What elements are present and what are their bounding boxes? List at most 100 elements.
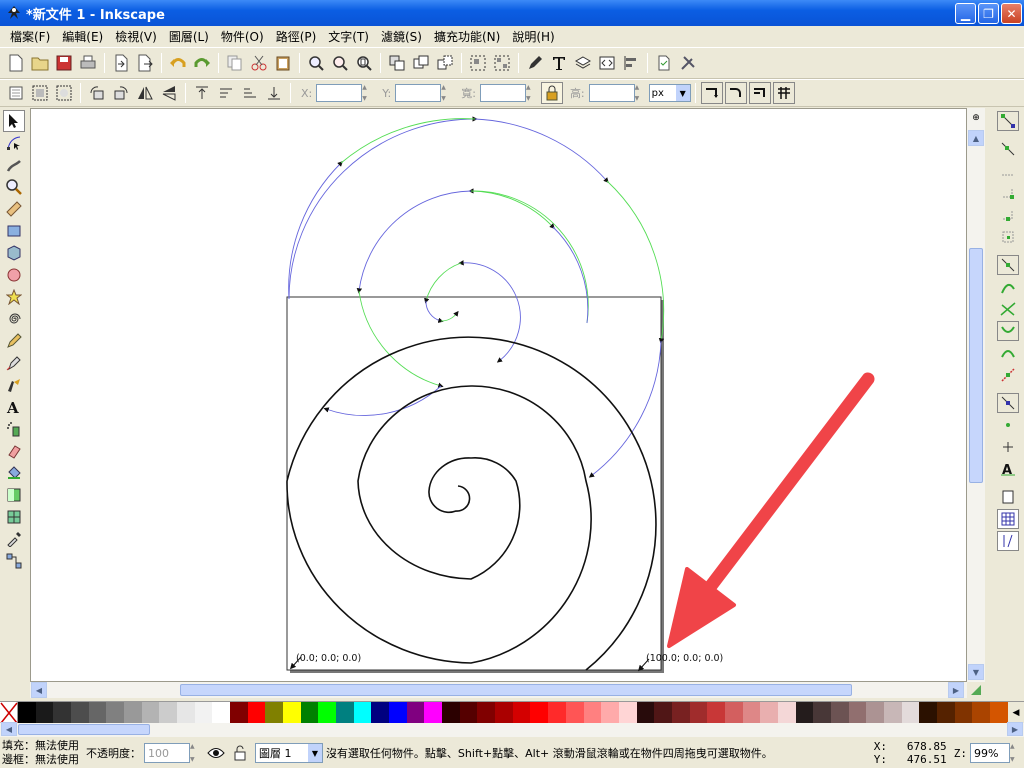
cut-button[interactable]: [248, 52, 270, 74]
menu-file[interactable]: 檔案(F): [4, 28, 56, 45]
menu-extensions[interactable]: 擴充功能(N): [428, 28, 506, 45]
color-swatch[interactable]: [724, 702, 743, 723]
import-button[interactable]: [110, 52, 132, 74]
scroll-right-button[interactable]: ▶: [948, 682, 964, 698]
snap-grid-button[interactable]: [996, 509, 1019, 529]
color-swatch[interactable]: [830, 702, 849, 723]
palette-menu-button[interactable]: ◀: [1008, 702, 1024, 723]
snap-bbox-button[interactable]: [997, 139, 1019, 159]
fill-stroke-button[interactable]: [524, 52, 546, 74]
color-swatch[interactable]: [742, 702, 761, 723]
raise-button[interactable]: [215, 82, 237, 104]
mesh-tool[interactable]: [3, 506, 25, 528]
text-tool[interactable]: A: [3, 396, 25, 418]
palette-scroll-right[interactable]: ▶: [1007, 722, 1023, 736]
menu-view[interactable]: 檢視(V): [109, 28, 163, 45]
color-swatch[interactable]: [512, 702, 531, 723]
raise-to-top-button[interactable]: [191, 82, 213, 104]
color-swatch[interactable]: [194, 702, 213, 723]
print-button[interactable]: [77, 52, 99, 74]
color-swatch[interactable]: [654, 702, 672, 723]
color-swatch[interactable]: [530, 702, 549, 723]
star-tool[interactable]: [3, 286, 25, 308]
layer-visibility-toggle[interactable]: [205, 742, 227, 764]
color-swatch[interactable]: [88, 702, 107, 723]
color-swatch[interactable]: [459, 702, 478, 723]
layer-lock-toggle[interactable]: [229, 742, 251, 764]
flip-horizontal-button[interactable]: [134, 82, 156, 104]
color-swatch[interactable]: [283, 702, 301, 723]
undo-button[interactable]: [167, 52, 189, 74]
menu-path[interactable]: 路徑(P): [270, 28, 323, 45]
group-button[interactable]: [467, 52, 489, 74]
redo-button[interactable]: [191, 52, 213, 74]
scroll-down-button[interactable]: ▼: [968, 664, 984, 680]
dropper-tool[interactable]: [3, 528, 25, 550]
color-swatch[interactable]: [371, 702, 390, 723]
snap-page-border-button[interactable]: [997, 487, 1019, 507]
scale-corners-button[interactable]: [724, 82, 747, 104]
horizontal-scrollbar[interactable]: ◀ ▶: [30, 682, 967, 698]
measure-tool[interactable]: [3, 198, 25, 220]
color-swatch[interactable]: [583, 702, 602, 723]
unit-select[interactable]: px ▼: [648, 84, 691, 102]
eraser-tool[interactable]: [3, 440, 25, 462]
menu-object[interactable]: 物件(O): [215, 28, 270, 45]
tweak-tool[interactable]: [3, 154, 25, 176]
ellipse-tool[interactable]: [3, 264, 25, 286]
snap-rotation-center-button[interactable]: [997, 437, 1019, 457]
zoom-input[interactable]: 99%: [970, 743, 1011, 763]
ungroup-button[interactable]: [491, 52, 513, 74]
pencil-tool[interactable]: [3, 330, 25, 352]
lock-proportion-button[interactable]: [540, 82, 563, 104]
color-swatch[interactable]: [618, 702, 637, 723]
color-swatch[interactable]: [901, 702, 920, 723]
zoom-fit-icon[interactable]: ⊕: [968, 110, 984, 126]
color-swatch[interactable]: [707, 702, 725, 723]
menu-layer[interactable]: 圖層(L): [163, 28, 215, 45]
snap-nodes-button[interactable]: [996, 255, 1019, 275]
x-input[interactable]: [316, 84, 363, 102]
color-swatch[interactable]: [124, 702, 142, 723]
xml-editor-button[interactable]: [596, 52, 618, 74]
node-tool[interactable]: [3, 132, 25, 154]
calligraphy-tool[interactable]: [3, 374, 25, 396]
color-swatch[interactable]: [424, 702, 443, 723]
flip-vertical-button[interactable]: [158, 82, 180, 104]
copy-button[interactable]: [224, 52, 246, 74]
vertical-scroll-thumb[interactable]: [969, 248, 983, 483]
palette-scroll-thumb[interactable]: [18, 724, 150, 735]
snap-others-button[interactable]: [996, 393, 1019, 413]
gradient-tool[interactable]: [3, 484, 25, 506]
move-gradients-button[interactable]: [748, 82, 771, 104]
export-button[interactable]: [134, 52, 156, 74]
zoom-selection-button[interactable]: [305, 52, 327, 74]
select-all-layers-button[interactable]: [29, 82, 51, 104]
snap-bbox-corner-button[interactable]: [997, 183, 1019, 203]
close-button[interactable]: ✕: [1001, 3, 1022, 24]
color-swatch[interactable]: [866, 702, 884, 723]
color-swatch[interactable]: [159, 702, 178, 723]
color-swatch[interactable]: [636, 702, 655, 723]
snap-guides-button[interactable]: [996, 531, 1019, 551]
color-swatch[interactable]: [495, 702, 513, 723]
color-swatch[interactable]: [177, 702, 195, 723]
palette-scrollbar[interactable]: ◀ ▶: [0, 722, 1024, 737]
color-swatch[interactable]: [35, 702, 54, 723]
maximize-button[interactable]: ❐: [978, 3, 999, 24]
color-swatch[interactable]: [389, 702, 407, 723]
document-properties-button[interactable]: [653, 52, 675, 74]
height-spinner[interactable]: ▲ ▼: [635, 84, 645, 102]
color-swatch[interactable]: [477, 702, 496, 723]
color-swatch[interactable]: [18, 702, 36, 723]
color-swatch[interactable]: [848, 702, 867, 723]
3d-box-tool[interactable]: [3, 242, 25, 264]
snap-text-baseline-button[interactable]: A: [997, 459, 1019, 479]
color-swatch[interactable]: [989, 702, 1008, 723]
paint-bucket-tool[interactable]: [3, 462, 25, 484]
color-swatch[interactable]: [336, 702, 354, 723]
menu-edit[interactable]: 編輯(E): [56, 28, 109, 45]
opacity-spinner[interactable]: ▲ ▼: [190, 743, 200, 763]
menu-help[interactable]: 說明(H): [506, 28, 560, 45]
color-swatch[interactable]: [106, 702, 125, 723]
